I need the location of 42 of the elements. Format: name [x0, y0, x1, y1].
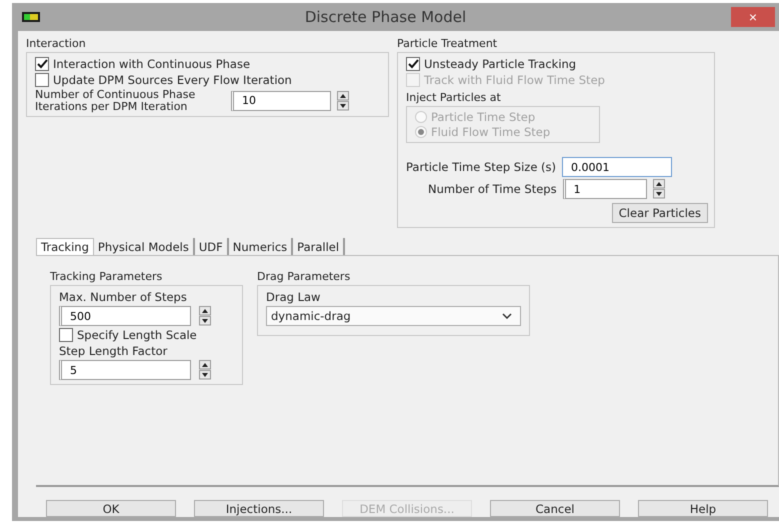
input-field[interactable]: 0.0001 — [562, 157, 672, 177]
spinner-arrows-icon[interactable] — [337, 90, 349, 111]
dialog-button[interactable]: Help — [638, 500, 768, 517]
field-label: Step Length Factor — [59, 344, 168, 358]
checkbox[interactable] — [406, 57, 420, 71]
field-label: Number of Continuous Phase Iterations per DPM Iteration — [35, 89, 196, 112]
close-button[interactable]: × — [730, 7, 775, 27]
field-label: Number of Time Steps — [428, 182, 557, 196]
checkbox[interactable] — [59, 328, 73, 342]
radio-label: Fluid Flow Time Step — [431, 125, 550, 139]
group-title: Tracking Parameters — [50, 270, 164, 283]
spinner-arrows-icon[interactable] — [199, 306, 211, 326]
group-title: Interaction — [26, 37, 87, 50]
field-label: Particle Time Step Size (s) — [406, 160, 556, 174]
clear-particles-button[interactable]: Clear Particles — [612, 203, 708, 223]
spinner-arrows-icon[interactable] — [652, 179, 665, 199]
group-title: Particle Treatment — [397, 37, 498, 50]
spinner-arrows-icon[interactable] — [199, 360, 211, 380]
checkbox-label: Update DPM Sources Every Flow Iteration — [53, 73, 292, 87]
dropdown[interactable]: dynamic-drag — [266, 306, 521, 326]
input-field[interactable]: 1 — [562, 179, 647, 199]
field-label: Max. Number of Steps — [59, 290, 188, 304]
input-field[interactable]: 10 — [231, 90, 331, 111]
input-field[interactable]: 5 — [59, 360, 191, 380]
radio-label: Particle Time Step — [431, 110, 536, 124]
checkbox[interactable] — [35, 57, 49, 71]
window-title: Discrete Phase Model — [304, 8, 466, 26]
checkbox-label: Specify Length Scale — [77, 328, 197, 342]
checkbox-label: Unsteady Particle Tracking — [424, 57, 576, 71]
dialog-button[interactable]: Injections... — [194, 500, 324, 517]
app-icon — [22, 12, 40, 22]
field-label: Drag Law — [266, 290, 322, 304]
checkbox[interactable] — [35, 73, 49, 87]
dialog-button[interactable]: OK — [46, 500, 176, 517]
tab[interactable]: Tracking — [36, 238, 94, 255]
checkbox-label: Track with Fluid Flow Time Step — [424, 73, 605, 87]
chevron-down-icon — [502, 313, 512, 319]
dialog-button[interactable]: Cancel — [490, 500, 620, 517]
input-field[interactable]: 500 — [59, 306, 191, 326]
group-title: Inject Particles at — [406, 91, 502, 104]
checkbox-label: Interaction with Continuous Phase — [53, 57, 250, 71]
group-title: Drag Parameters — [257, 270, 352, 283]
